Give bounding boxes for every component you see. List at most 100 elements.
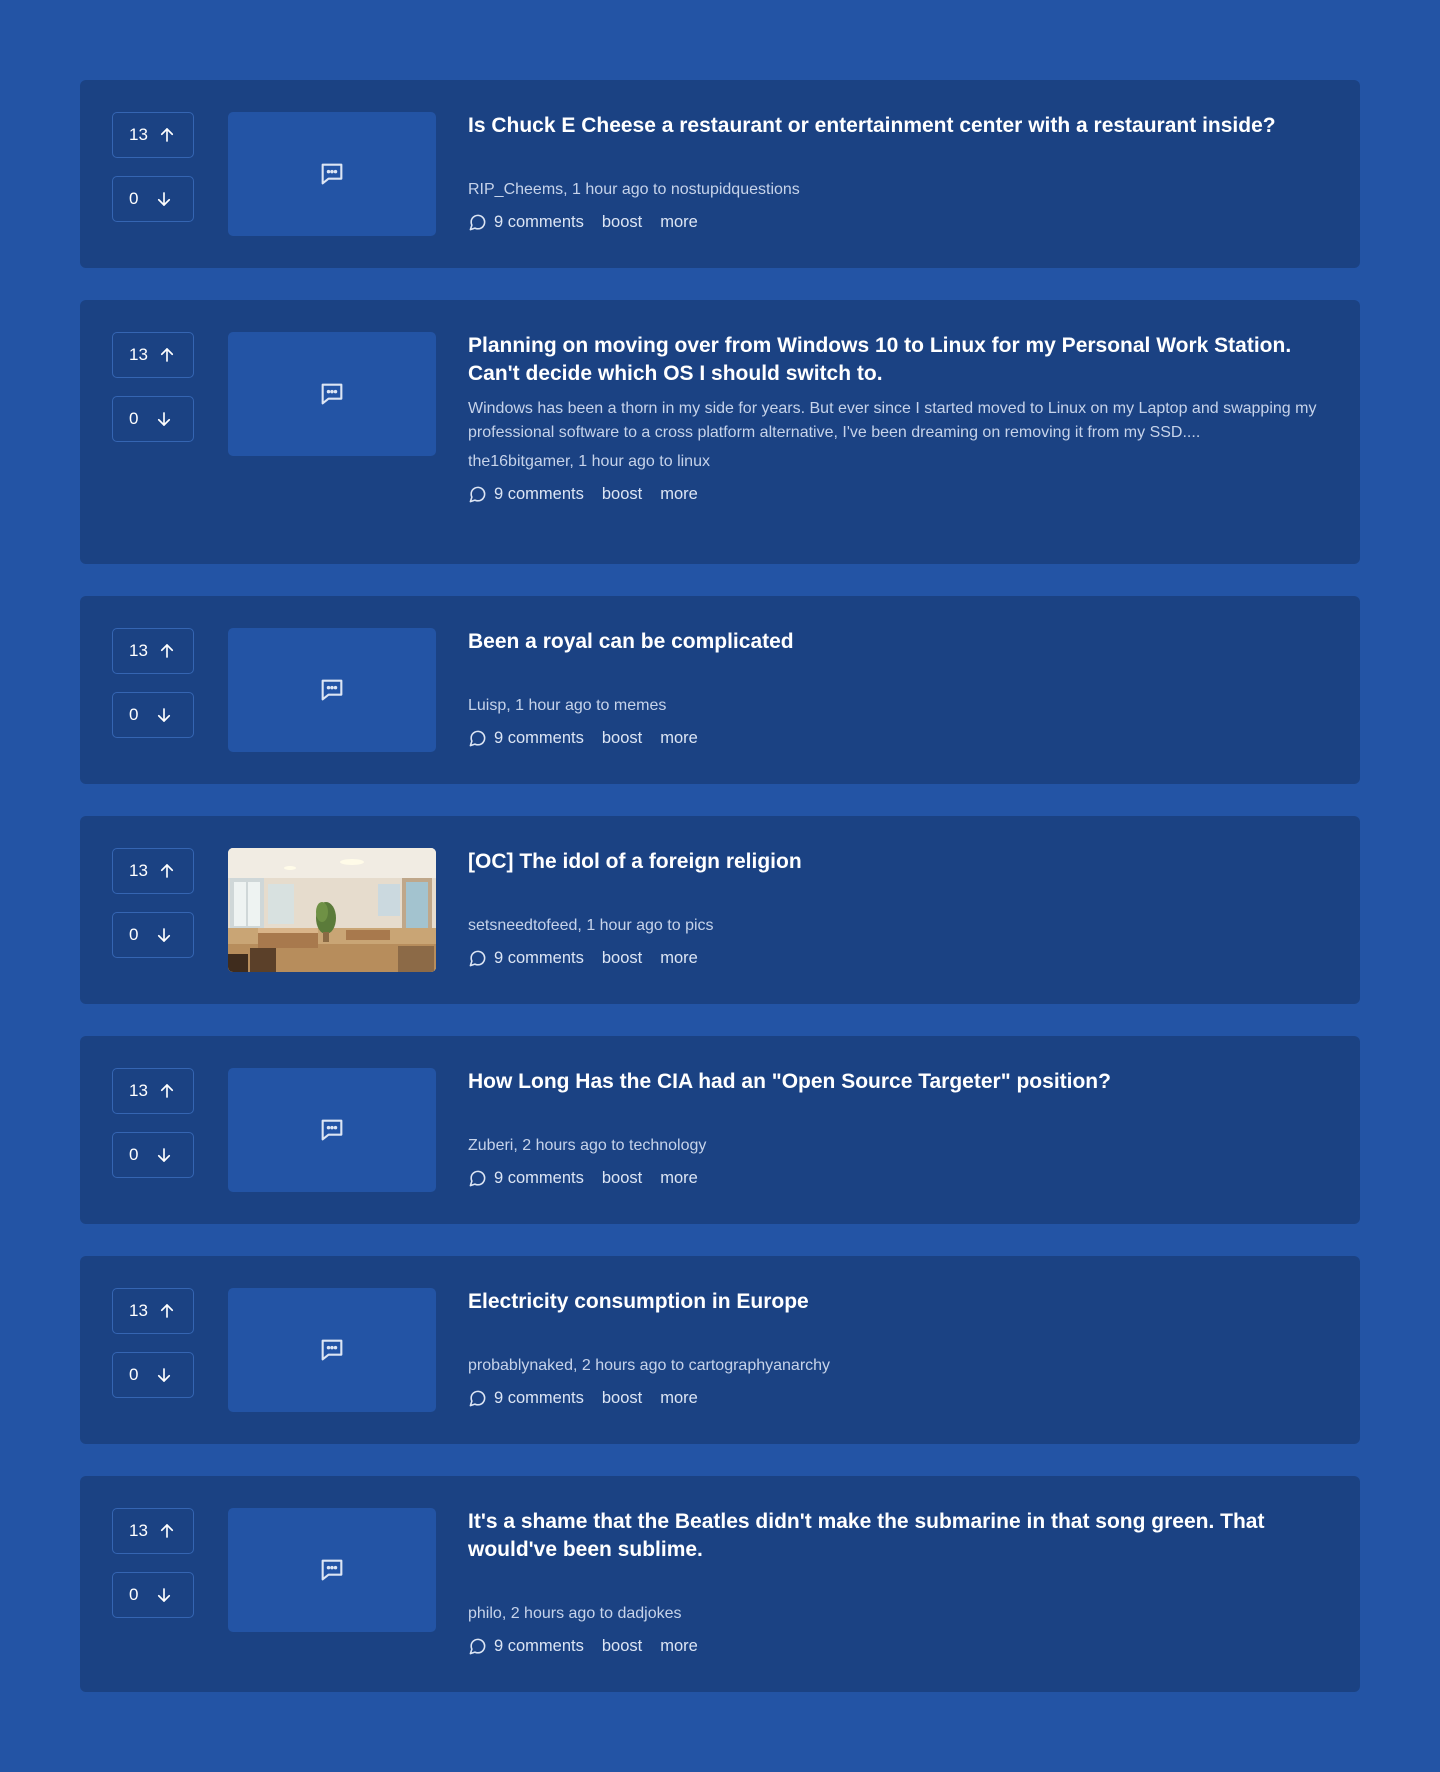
comments-link[interactable]: 9 comments bbox=[468, 483, 584, 505]
downvote-button[interactable]: 0 bbox=[112, 176, 194, 222]
post-community[interactable]: cartographyanarchy bbox=[689, 1357, 830, 1374]
post-content: It's a shame that the Beatles didn't mak… bbox=[468, 1508, 1336, 1657]
post-content: Is Chuck E Cheese a restaurant or entert… bbox=[468, 112, 1336, 233]
upvote-button[interactable]: 13 bbox=[112, 112, 194, 158]
post-author[interactable]: Zuberi bbox=[468, 1137, 513, 1154]
post-card: 13 0 It's a shame that the Beatles didn'… bbox=[80, 1476, 1360, 1692]
post-community[interactable]: memes bbox=[614, 697, 666, 714]
post-thumbnail[interactable] bbox=[228, 1288, 436, 1412]
boost-button[interactable]: boost bbox=[602, 727, 642, 749]
arrow-up-icon bbox=[160, 128, 173, 142]
post-community[interactable]: nostupidquestions bbox=[671, 181, 800, 198]
boost-button[interactable]: boost bbox=[602, 1635, 642, 1657]
post-author[interactable]: Luisp bbox=[468, 697, 506, 714]
comments-link[interactable]: 9 comments bbox=[468, 1387, 584, 1409]
upvote-button[interactable]: 13 bbox=[112, 332, 194, 378]
downvote-button[interactable]: 0 bbox=[112, 396, 194, 442]
more-button[interactable]: more bbox=[660, 1635, 698, 1657]
post-author[interactable]: philo bbox=[468, 1605, 502, 1622]
post-to: to bbox=[670, 1357, 685, 1374]
post-title[interactable]: It's a shame that the Beatles didn't mak… bbox=[468, 1508, 1336, 1564]
post-community[interactable]: dadjokes bbox=[617, 1605, 681, 1622]
post-time: 2 hours ago bbox=[581, 1357, 667, 1374]
post-actions: 9 comments boost more bbox=[468, 947, 1336, 969]
post-to: to bbox=[659, 453, 673, 470]
upvote-button[interactable]: 13 bbox=[112, 1068, 194, 1114]
post-author[interactable]: setsneedtofeed bbox=[468, 917, 577, 934]
downvote-count: 0 bbox=[129, 1585, 139, 1604]
downvote-button[interactable]: 0 bbox=[112, 1572, 194, 1618]
post-to: to bbox=[653, 181, 667, 198]
more-button[interactable]: more bbox=[660, 947, 698, 969]
downvote-button[interactable]: 0 bbox=[112, 1352, 194, 1398]
meta-separator: , bbox=[569, 453, 579, 470]
more-button[interactable]: more bbox=[660, 727, 698, 749]
boost-button[interactable]: boost bbox=[602, 483, 642, 505]
boost-button[interactable]: boost bbox=[602, 947, 642, 969]
post-thumbnail[interactable] bbox=[228, 848, 436, 972]
comments-link[interactable]: 9 comments bbox=[468, 211, 584, 233]
post-meta: setsneedtofeed, 1 hour ago to pics bbox=[468, 915, 1336, 937]
comment-bubble-icon bbox=[469, 1638, 486, 1654]
comments-link[interactable]: 9 comments bbox=[468, 727, 584, 749]
meta-separator: , bbox=[577, 917, 587, 934]
post-title[interactable]: Been a royal can be complicated bbox=[468, 628, 1336, 656]
post-actions: 9 comments boost more bbox=[468, 1635, 1336, 1657]
comments-link[interactable]: 9 comments bbox=[468, 1635, 584, 1657]
post-title[interactable]: Planning on moving over from Windows 10 … bbox=[468, 332, 1336, 388]
downvote-button[interactable]: 0 bbox=[112, 1132, 194, 1178]
upvote-button[interactable]: 13 bbox=[112, 1288, 194, 1334]
upvote-count: 13 bbox=[129, 641, 148, 660]
post-thumbnail[interactable] bbox=[228, 1068, 436, 1192]
comments-link[interactable]: 9 comments bbox=[468, 947, 584, 969]
comment-bubble-icon bbox=[469, 950, 486, 966]
post-actions: 9 comments boost more bbox=[468, 727, 1336, 749]
comments-label: 9 comments bbox=[494, 1169, 584, 1187]
post-title[interactable]: [OC] The idol of a foreign religion bbox=[468, 848, 1336, 876]
post-author[interactable]: the16bitgamer bbox=[468, 453, 569, 470]
arrow-up-icon bbox=[160, 348, 173, 362]
downvote-button[interactable]: 0 bbox=[112, 692, 194, 738]
post-community[interactable]: pics bbox=[685, 917, 713, 934]
post-to: to bbox=[599, 1605, 614, 1622]
arrow-down-icon bbox=[157, 928, 171, 942]
boost-button[interactable]: boost bbox=[602, 1387, 642, 1409]
post-content: [OC] The idol of a foreign religion sets… bbox=[468, 848, 1336, 969]
more-button[interactable]: more bbox=[660, 1167, 698, 1189]
arrow-up-icon bbox=[160, 644, 173, 658]
post-title[interactable]: How Long Has the CIA had an "Open Source… bbox=[468, 1068, 1336, 1096]
post-thumbnail[interactable] bbox=[228, 112, 436, 236]
comment-bubble-icon bbox=[469, 1170, 486, 1186]
upvote-button[interactable]: 13 bbox=[112, 628, 194, 674]
post-meta: philo, 2 hours ago to dadjokes bbox=[468, 1603, 1336, 1625]
post-time: 1 hour ago bbox=[578, 453, 655, 470]
post-thumbnail[interactable] bbox=[228, 628, 436, 752]
arrow-down-icon bbox=[157, 708, 171, 722]
boost-button[interactable]: boost bbox=[602, 211, 642, 233]
post-actions: 9 comments boost more bbox=[468, 1167, 1336, 1189]
post-community[interactable]: technology bbox=[629, 1137, 706, 1154]
post-card: 13 0 Electricity consumption in Europe p… bbox=[80, 1256, 1360, 1444]
more-button[interactable]: more bbox=[660, 1387, 698, 1409]
post-actions: 9 comments boost more bbox=[468, 483, 1336, 505]
post-title[interactable]: Is Chuck E Cheese a restaurant or entert… bbox=[468, 112, 1336, 140]
post-author[interactable]: RIP_Cheems bbox=[468, 181, 563, 198]
upvote-button[interactable]: 13 bbox=[112, 848, 194, 894]
post-card: 13 0 How Long Has the CIA had an "Open S… bbox=[80, 1036, 1360, 1224]
post-title[interactable]: Electricity consumption in Europe bbox=[468, 1288, 1336, 1316]
more-button[interactable]: more bbox=[660, 483, 698, 505]
more-button[interactable]: more bbox=[660, 211, 698, 233]
post-content: Electricity consumption in Europe probab… bbox=[468, 1288, 1336, 1409]
post-community[interactable]: linux bbox=[677, 453, 710, 470]
post-author[interactable]: probablynaked bbox=[468, 1357, 573, 1374]
post-thumbnail[interactable] bbox=[228, 1508, 436, 1632]
boost-button[interactable]: boost bbox=[602, 1167, 642, 1189]
comments-link[interactable]: 9 comments bbox=[468, 1167, 584, 1189]
upvote-button[interactable]: 13 bbox=[112, 1508, 194, 1554]
downvote-button[interactable]: 0 bbox=[112, 912, 194, 958]
arrow-up-icon bbox=[160, 864, 173, 878]
comments-label: 9 comments bbox=[494, 213, 584, 231]
comment-bubble-icon bbox=[469, 1390, 486, 1406]
post-thumbnail[interactable] bbox=[228, 332, 436, 456]
post-to: to bbox=[596, 697, 610, 714]
